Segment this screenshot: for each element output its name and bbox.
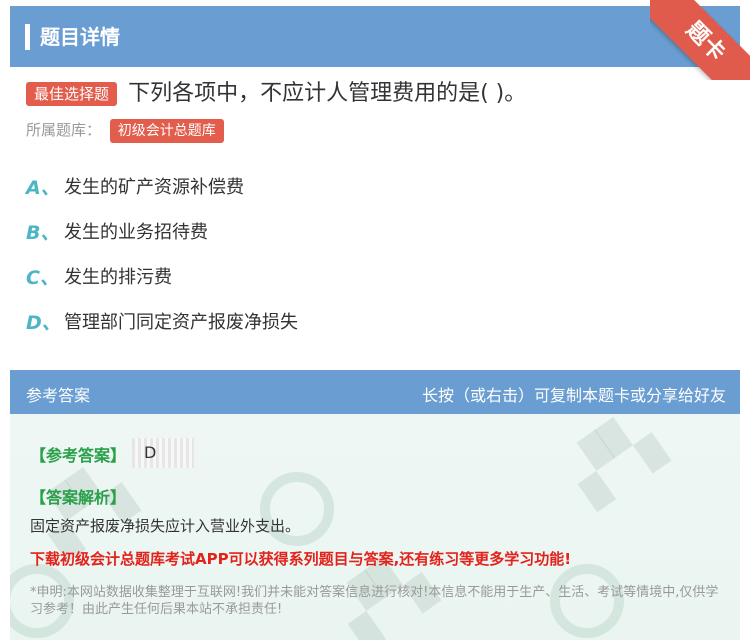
answer-header-title: 参考答案 (26, 386, 91, 405)
reference-answer-value: D (132, 438, 194, 468)
app-promo-link[interactable]: 下载初级会计总题库考试APP可以获得系列题目与答案,还有练习等更多学习功能! (30, 548, 571, 569)
option-a[interactable]: A、 发生的矿产资源补偿费 (26, 176, 298, 221)
option-text: 发生的排污费 (64, 267, 172, 288)
page-header: 题目详情 (10, 6, 740, 67)
bank-label: 所属题库： (26, 121, 102, 139)
analysis-label: 【答案解析】 (30, 488, 127, 507)
answer-body: ▞▚ ▞▚ ▞▚ 【参考答案】 D 【答案解析】 固定资产报废净损失应计入营业外… (10, 414, 740, 640)
reference-answer-label: 【参考答案】 (30, 446, 127, 465)
option-letter: C、 (26, 267, 59, 289)
answer-header: 参考答案 长按（或右击）可复制本题卡或分享给好友 (10, 370, 740, 414)
page-title: 题目详情 (40, 25, 120, 49)
question-type-badge: 最佳选择题 (26, 82, 118, 106)
option-letter: B、 (26, 222, 60, 244)
watermark-glyphs: ▞▚ (28, 454, 141, 562)
question-block: 最佳选择题 下列各项中，不应计人管理费用的是( )。 (26, 80, 730, 108)
option-letter: A、 (26, 177, 60, 199)
header-accent-bar (25, 24, 30, 50)
share-hint: 长按（或右击）可复制本题卡或分享给好友 (421, 386, 726, 405)
question-text: 下列各项中，不应计人管理费用的是( )。 (128, 81, 527, 106)
option-text: 发生的业务招待费 (64, 222, 208, 243)
ribbon-label: 题卡 (650, 0, 750, 80)
bank-badge[interactable]: 初级会计总题库 (109, 119, 224, 143)
watermark-glyphs: ▞▚ (558, 414, 671, 512)
option-text: 管理部门同定资产报废净损失 (64, 312, 298, 333)
option-d[interactable]: D、 管理部门同定资产报废净损失 (26, 311, 298, 356)
option-text: 发生的矿产资源补偿费 (64, 177, 244, 198)
option-c[interactable]: C、 发生的排污费 (26, 266, 298, 311)
option-b[interactable]: B、 发生的业务招待费 (26, 221, 298, 266)
disclaimer-text: *申明:本网站数据收集整理于互联网!我们并未能对答案信息进行核对!本信息不能用于… (30, 585, 719, 617)
corner-ribbon: 题卡 (650, 0, 750, 80)
question-bank: 所属题库： 初级会计总题库 (26, 119, 224, 143)
analysis-text: 固定资产报废净损失应计入营业外支出。 (30, 517, 301, 535)
option-letter: D、 (26, 312, 61, 334)
options-list: A、 发生的矿产资源补偿费 B、 发生的业务招待费 C、 发生的排污费 D、 管… (26, 176, 298, 356)
